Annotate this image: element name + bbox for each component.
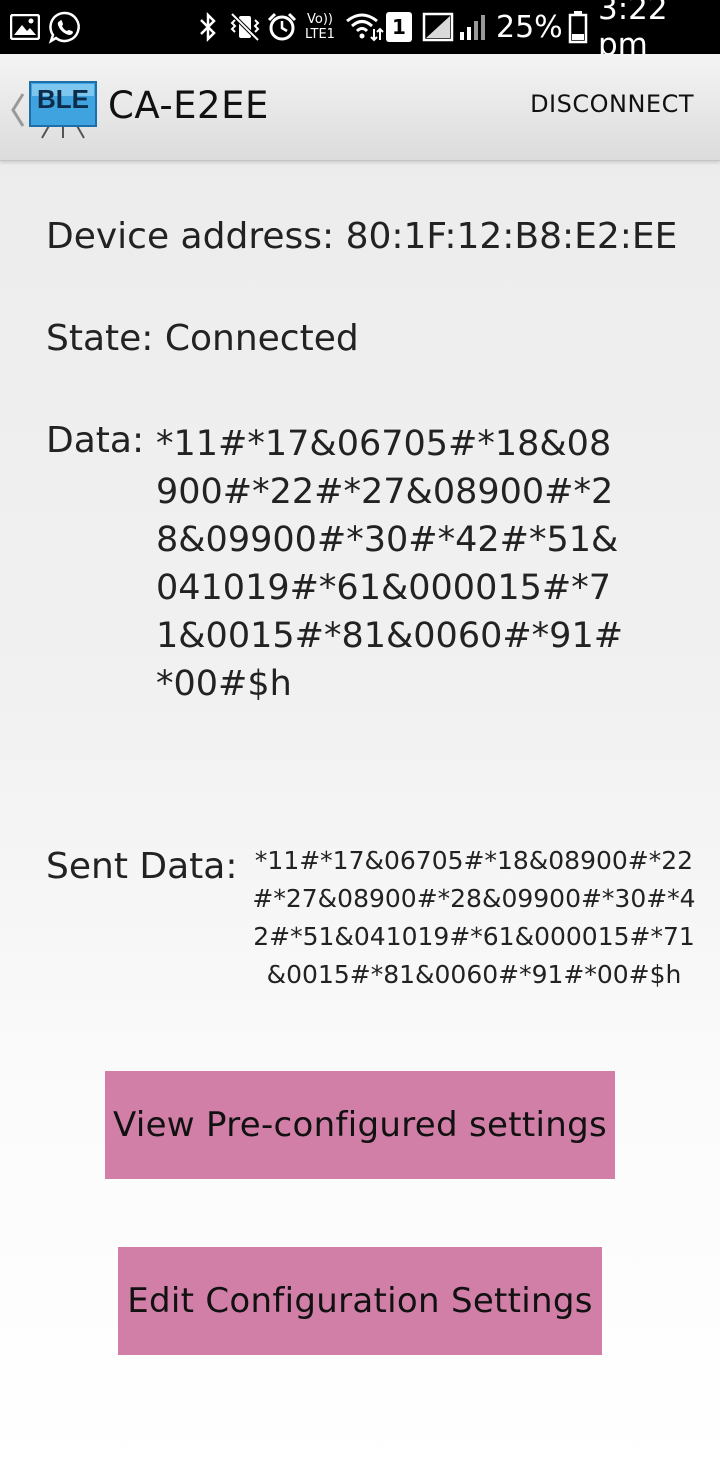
- bluetooth-icon: [198, 0, 218, 54]
- app-logo-text: BLE: [37, 84, 89, 114]
- page-title: CA-E2EE: [108, 84, 269, 127]
- sent-data-value: *11#*17&06705#*18&08900#*22#*27&08900#*2…: [252, 846, 696, 989]
- edit-configuration-settings-button[interactable]: Edit Configuration Settings: [118, 1247, 602, 1355]
- status-bar: Vo)) LTE1 1 25% 3:22 pm: [0, 0, 720, 63]
- clock: 3:22 pm: [598, 0, 668, 63]
- sent-data-label: Sent Data:: [46, 846, 238, 887]
- view-preconfigured-settings-button[interactable]: View Pre-configured settings: [105, 1071, 615, 1179]
- whatsapp-icon: [48, 0, 82, 54]
- data-label: Data:: [46, 420, 145, 461]
- wifi-icon: [344, 0, 384, 54]
- sim-icon: 1: [386, 0, 412, 54]
- battery-icon: [568, 0, 588, 54]
- volte-icon: Vo)) LTE1: [305, 12, 335, 42]
- connection-state: State: Connected: [46, 318, 359, 359]
- action-bar: BLE CA-E2EE DISCONNECT: [0, 54, 720, 161]
- data-value: *11#*17&06705#*18&08900#*22#*27&08900#*2…: [156, 424, 624, 704]
- app-logo[interactable]: BLE: [28, 80, 98, 142]
- battery-percent: 25%: [496, 9, 563, 45]
- signal-icon: [422, 0, 488, 54]
- gallery-icon: [10, 0, 40, 54]
- back-chevron-icon[interactable]: [8, 90, 28, 130]
- disconnect-button[interactable]: DISCONNECT: [530, 90, 694, 118]
- alarm-icon: [266, 0, 298, 54]
- device-address: Device address: 80:1F:12:B8:E2:EE: [46, 216, 678, 257]
- vibrate-icon: [228, 0, 262, 54]
